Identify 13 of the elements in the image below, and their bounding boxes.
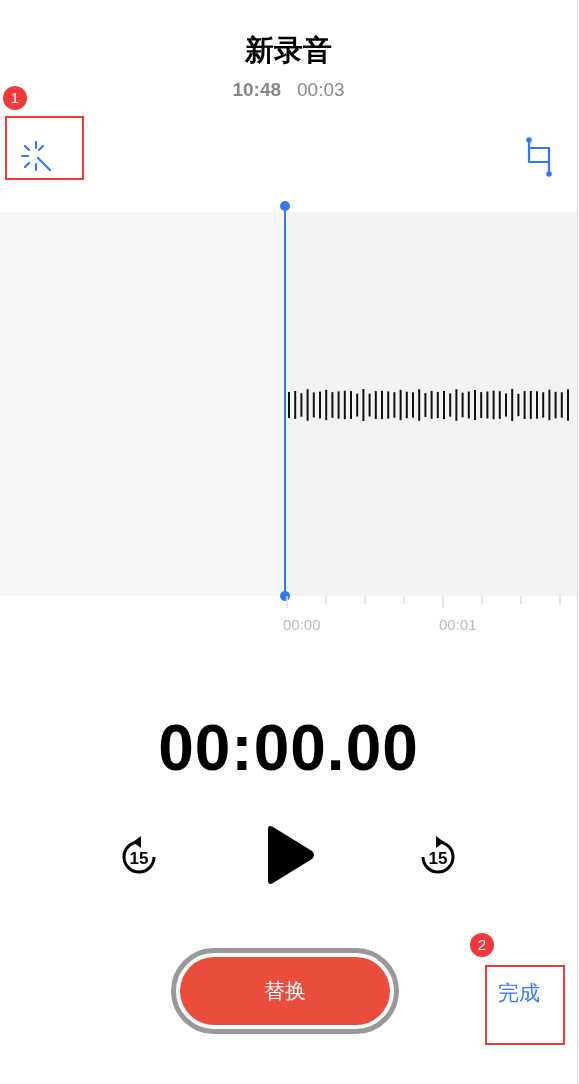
- magic-wand-icon[interactable]: [20, 140, 54, 174]
- done-button[interactable]: 完成: [498, 977, 540, 1009]
- recording-time: 10:48: [232, 78, 282, 102]
- recording-title: 新录音: [244, 33, 333, 68]
- time-label: 00:00: [283, 615, 321, 635]
- time-label: 00:01: [439, 615, 477, 635]
- timer-display: 00:00.00: [157, 711, 420, 786]
- recording-duration: 00:03: [297, 78, 345, 102]
- crop-icon[interactable]: [525, 136, 553, 178]
- step-marker: 1: [3, 86, 27, 110]
- step-marker: 2: [470, 933, 494, 957]
- playhead-drawing[interactable]: [279, 200, 291, 602]
- replace-button[interactable]: 替换: [171, 948, 399, 1034]
